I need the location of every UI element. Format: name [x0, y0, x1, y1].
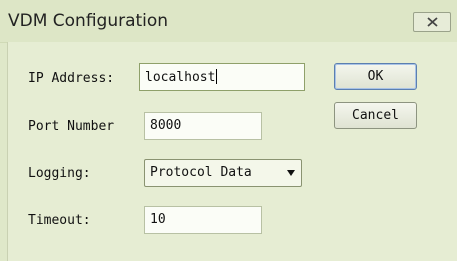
text-caret [216, 69, 218, 84]
cancel-button[interactable]: Cancel [334, 102, 417, 129]
dialog-body: IP Address: localhost Port Number 8000 L… [7, 42, 457, 261]
title-bar[interactable]: VDM Configuration [0, 0, 457, 43]
chevron-down-icon [287, 170, 295, 176]
window-title: VDM Configuration [8, 11, 169, 31]
close-button[interactable] [413, 12, 451, 32]
logging-selected-value: Protocol Data [150, 165, 252, 180]
timeout-value: 10 [150, 212, 166, 227]
port-number-value: 8000 [150, 118, 182, 133]
logging-select[interactable]: Protocol Data [144, 159, 302, 187]
ip-address-input[interactable]: localhost [139, 63, 305, 91]
close-icon [427, 17, 438, 27]
dialog-window: VDM Configuration IP Address: localhost … [0, 0, 457, 261]
logging-label: Logging: [28, 166, 91, 181]
ok-button[interactable]: OK [334, 63, 417, 90]
port-number-input[interactable]: 8000 [144, 112, 262, 140]
ip-address-label: IP Address: [28, 71, 115, 86]
timeout-input[interactable]: 10 [144, 206, 262, 234]
timeout-label: Timeout: [28, 213, 91, 228]
port-number-label: Port Number [28, 119, 115, 134]
ip-address-value: localhost [145, 70, 216, 85]
